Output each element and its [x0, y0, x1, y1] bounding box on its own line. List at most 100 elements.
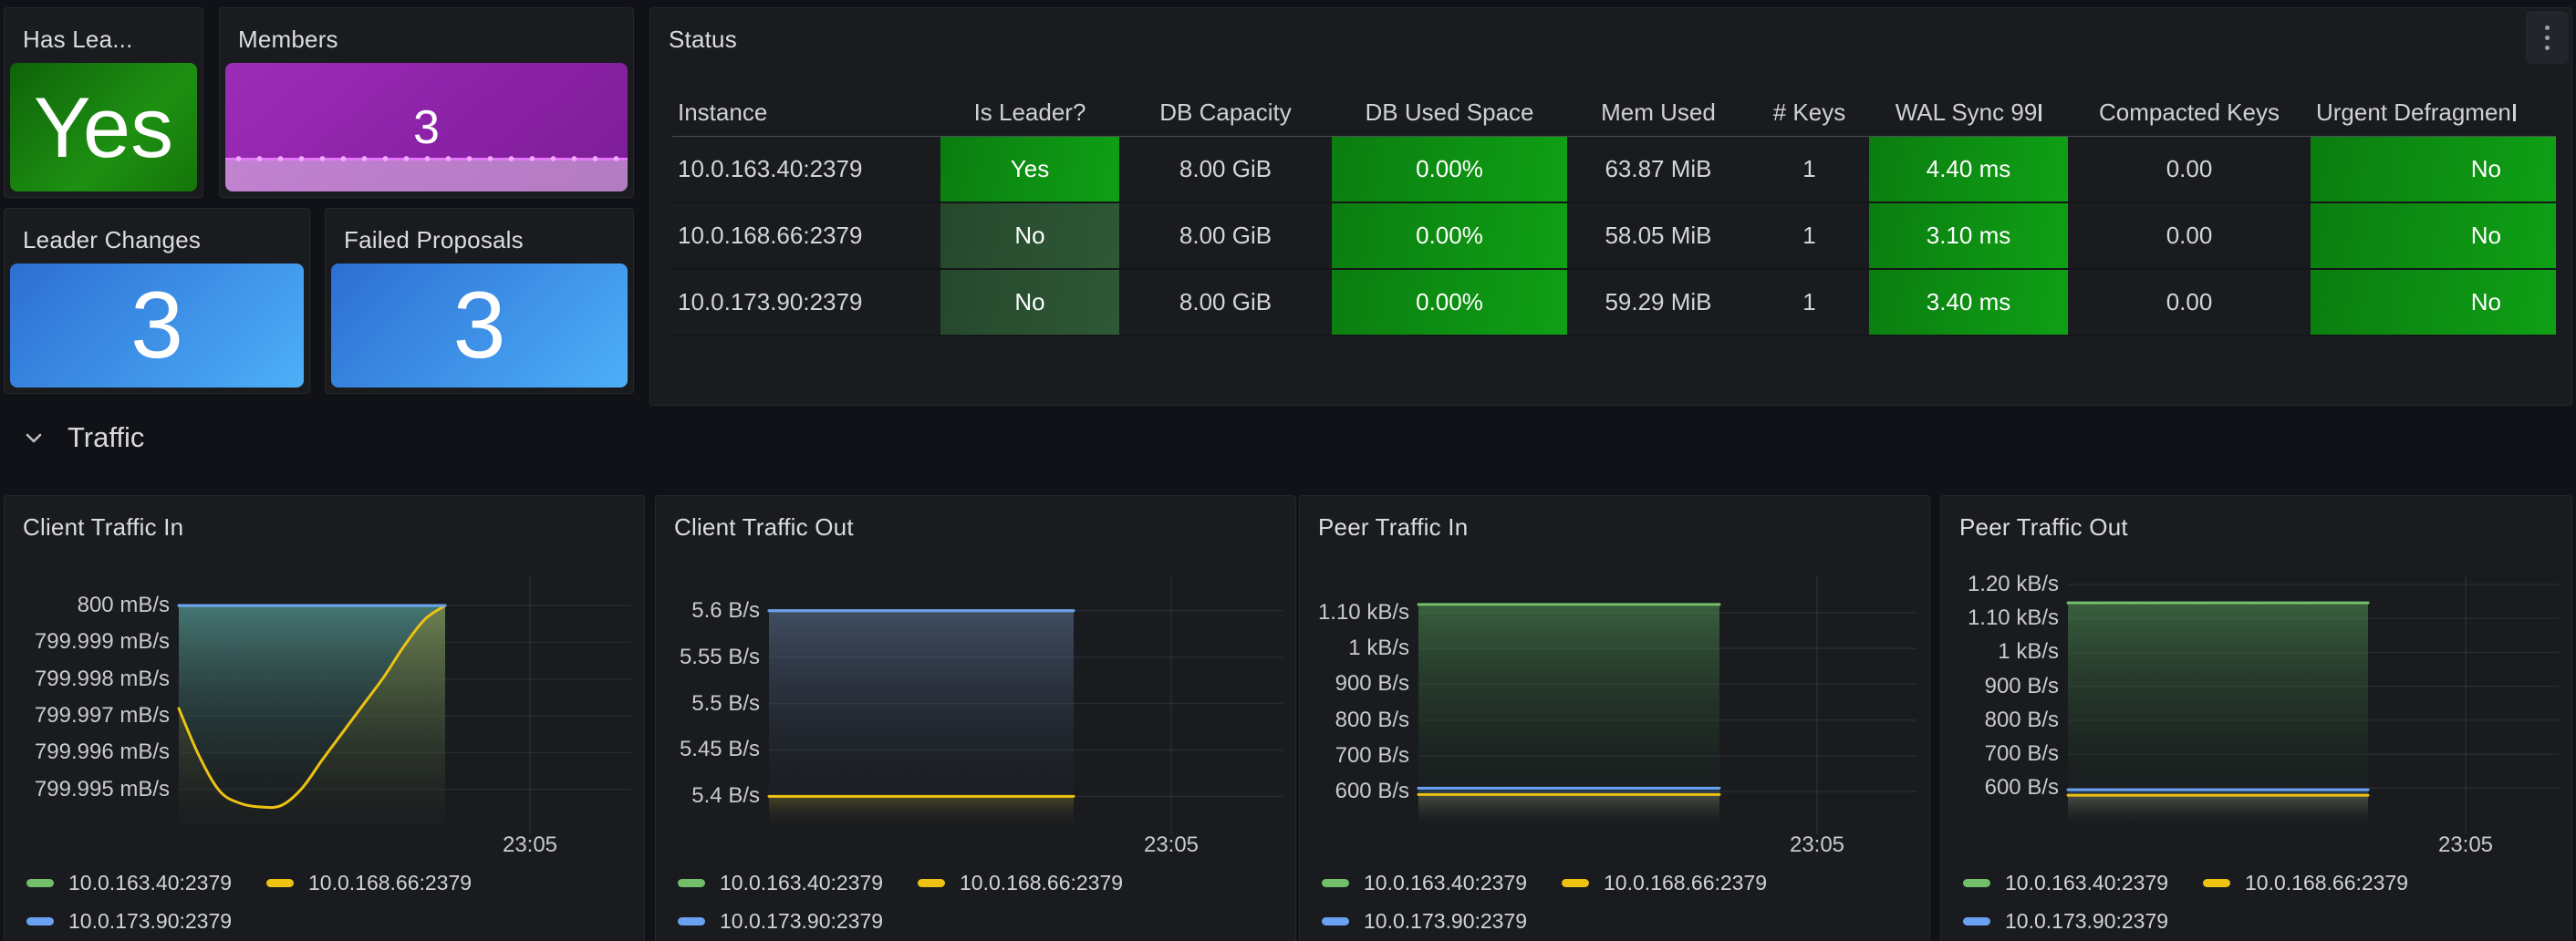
legend-series-name: 10.0.163.40:2379: [1364, 871, 1527, 895]
legend-series-name: 10.0.168.66:2379: [960, 871, 1123, 895]
members-stat-tile: 3: [225, 63, 628, 191]
legend-series-color: [26, 917, 54, 925]
table-cell: 1: [1750, 137, 1869, 202]
x-axis-tick-label: 23:05: [457, 832, 603, 859]
y-axis-tick-label: 1 kB/s: [1300, 635, 1409, 662]
table-cell: 8.00 GiB: [1119, 137, 1332, 202]
legend-series-color: [1963, 917, 1990, 925]
y-axis-tick-label: 900 B/s: [1941, 673, 2059, 700]
section-label: Traffic: [68, 421, 144, 454]
panel-leader-changes: Leader Changes 3: [4, 208, 310, 394]
table-row: 10.0.163.40:2379Yes8.00 GiB0.00%63.87 Mi…: [672, 137, 2556, 203]
table-cell: 4.40 ms: [1869, 137, 2068, 202]
legend-item[interactable]: 10.0.168.66:2379: [2203, 864, 2408, 901]
legend-item[interactable]: 10.0.168.66:2379: [1562, 864, 1767, 901]
y-axis-tick-label: 799.997 mB/s: [5, 702, 170, 729]
table-cell: No: [940, 203, 1119, 268]
legend-series-color: [678, 917, 705, 925]
panel-status: Status InstanceIs Leader?DB CapacityDB U…: [649, 7, 2572, 406]
panel-peer-traffic-in: Peer Traffic In 1.10 kB/s1 kB/s900 B/s80…: [1299, 495, 1930, 941]
column-header[interactable]: DB Used Space: [1332, 88, 1567, 136]
legend-series-name: 10.0.163.40:2379: [720, 871, 883, 895]
has-leader-stat-tile: Yes: [10, 63, 197, 191]
y-axis-tick-label: 799.995 mB/s: [5, 776, 170, 803]
table-cell: No: [940, 270, 1119, 335]
y-axis-tick-label: 799.996 mB/s: [5, 739, 170, 766]
table-cell: 10.0.173.90:2379: [672, 270, 940, 335]
legend-series-name: 10.0.173.90:2379: [2005, 909, 2168, 934]
table-cell: 1: [1750, 270, 1869, 335]
legend-item[interactable]: 10.0.163.40:2379: [1322, 864, 1527, 901]
y-axis-tick-label: 1.10 kB/s: [1300, 599, 1409, 626]
legend-series-name: 10.0.163.40:2379: [2005, 871, 2168, 895]
table-row: 10.0.168.66:2379No8.00 GiB0.00%58.05 MiB…: [672, 203, 2556, 270]
panel-title: Members: [238, 26, 338, 54]
legend-item[interactable]: 10.0.173.90:2379: [1322, 903, 1527, 939]
column-header[interactable]: Compacted Keys: [2068, 88, 2311, 136]
y-axis-tick-label: 5.5 B/s: [656, 690, 760, 718]
kebab-menu-icon[interactable]: [2526, 11, 2569, 64]
table-cell: 0.00%: [1332, 137, 1567, 202]
y-axis-tick-label: 700 B/s: [1300, 742, 1409, 770]
legend-series-color: [1562, 879, 1589, 887]
legend-series-color: [26, 879, 54, 887]
legend-item[interactable]: 10.0.163.40:2379: [1963, 864, 2168, 901]
row-toggle-traffic[interactable]: Traffic: [22, 418, 144, 458]
y-axis-tick-label: 1.20 kB/s: [1941, 571, 2059, 598]
clipped-glyph: [2039, 104, 2041, 121]
table-cell: 1: [1750, 203, 1869, 268]
legend-item[interactable]: 10.0.173.90:2379: [678, 903, 883, 939]
table-cell: 58.05 MiB: [1567, 203, 1750, 268]
legend-series-color: [1322, 879, 1349, 887]
y-axis-tick-label: 5.4 B/s: [656, 782, 760, 810]
failed-proposals-stat-tile: 3: [331, 264, 628, 388]
panel-client-traffic-in: Client Traffic In 800 mB/s799.999 mB/s79…: [4, 495, 645, 941]
x-axis-tick-label: 23:05: [2393, 832, 2539, 859]
column-header[interactable]: Is Leader?: [940, 88, 1119, 136]
chevron-down-icon: [22, 426, 46, 450]
legend-item[interactable]: 10.0.173.90:2379: [26, 903, 232, 939]
panel-has-leader: Has Lea... Yes: [4, 7, 203, 198]
column-header[interactable]: Urgent Defragmen: [2311, 88, 2556, 136]
legend-item[interactable]: 10.0.163.40:2379: [26, 864, 232, 901]
table-cell: 8.00 GiB: [1119, 270, 1332, 335]
column-header[interactable]: WAL Sync 99: [1869, 88, 2068, 136]
legend-series-name: 10.0.173.90:2379: [1364, 909, 1527, 934]
column-header[interactable]: DB Capacity: [1119, 88, 1332, 136]
column-header[interactable]: # Keys: [1750, 88, 1869, 136]
table-cell: 8.00 GiB: [1119, 203, 1332, 268]
legend-item[interactable]: 10.0.163.40:2379: [678, 864, 883, 901]
column-header[interactable]: Instance: [672, 88, 940, 136]
y-axis-tick-label: 700 B/s: [1941, 740, 2059, 768]
y-axis-tick-label: 900 B/s: [1300, 670, 1409, 698]
panel-title: Failed Proposals: [344, 226, 524, 254]
column-header[interactable]: Mem Used: [1567, 88, 1750, 136]
table-cell: No: [2311, 137, 2556, 202]
legend-item[interactable]: 10.0.168.66:2379: [918, 864, 1123, 901]
y-axis-tick-label: 799.999 mB/s: [5, 628, 170, 656]
y-axis-tick-label: 600 B/s: [1941, 774, 2059, 801]
table-cell: No: [2311, 203, 2556, 268]
stat-value: Yes: [34, 78, 173, 177]
stat-value: 3: [453, 272, 506, 380]
status-table-head: InstanceIs Leader?DB CapacityDB Used Spa…: [672, 88, 2556, 137]
table-cell: 0.00: [2068, 137, 2311, 202]
table-cell: 0.00%: [1332, 270, 1567, 335]
legend-item[interactable]: 10.0.173.90:2379: [1963, 903, 2168, 939]
y-axis-tick-label: 1.10 kB/s: [1941, 605, 2059, 632]
legend-item[interactable]: 10.0.168.66:2379: [266, 864, 472, 901]
table-cell: 59.29 MiB: [1567, 270, 1750, 335]
legend-series-name: 10.0.173.90:2379: [68, 909, 232, 934]
legend-series-color: [266, 879, 294, 887]
y-axis-tick-label: 5.6 B/s: [656, 597, 760, 625]
table-cell: Yes: [940, 137, 1119, 202]
x-axis-tick-label: 23:05: [1744, 832, 1890, 859]
legend-series-name: 10.0.168.66:2379: [2245, 871, 2408, 895]
table-cell: 0.00: [2068, 270, 2311, 335]
legend-series-name: 10.0.168.66:2379: [1604, 871, 1767, 895]
y-axis-tick-label: 799.998 mB/s: [5, 666, 170, 693]
legend-series-color: [678, 879, 705, 887]
table-cell: 3.40 ms: [1869, 270, 2068, 335]
legend-series-color: [1322, 917, 1349, 925]
panel-failed-proposals: Failed Proposals 3: [325, 208, 634, 394]
